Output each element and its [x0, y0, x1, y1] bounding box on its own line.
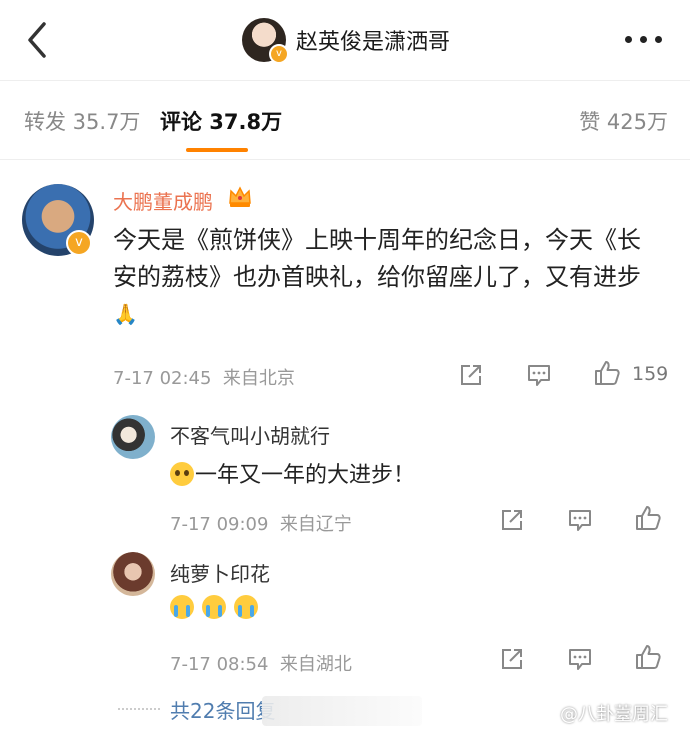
divider [0, 80, 690, 81]
more-horizontal-icon [655, 36, 662, 43]
crying-face-emoji [234, 595, 258, 619]
active-tab-indicator [186, 148, 248, 152]
comment-author[interactable]: 大鹏董成鹏 [113, 186, 213, 215]
comment-time: 7-17 02:45 [113, 368, 212, 389]
reply-time: 7-17 08:54 [170, 654, 269, 675]
crying-face-emoji [170, 595, 194, 619]
blurred-overlay [262, 696, 422, 726]
share-icon [502, 510, 522, 530]
comment-body: 今天是《煎饼侠》上映十周年的纪念日，今天《长安的荔枝》也办首映礼，给你留座儿了，… [113, 226, 641, 291]
like-button[interactable] [593, 359, 621, 387]
watermark: @八卦薹周汇 [560, 704, 668, 725]
more-horizontal-icon [640, 36, 647, 43]
comment-icon [569, 510, 591, 531]
weibo-comment-page: v 赵英俊是潇洒哥 转发 35.7万 评论 37.8万 赞 425万 v 大鹏董… [0, 0, 690, 732]
divider [0, 159, 690, 160]
reply-author[interactable]: 纯萝卜印花 [170, 558, 270, 587]
comment-icon [528, 365, 550, 386]
like-icon [595, 361, 620, 385]
page-title: 赵英俊是潇洒哥 [296, 30, 451, 55]
more-horizontal-icon [625, 36, 632, 43]
crown-icon [228, 186, 252, 213]
avatar[interactable]: v [242, 18, 289, 64]
more-replies-link[interactable]: 共22条回复 [170, 695, 275, 724]
comment-text: 今天是《煎饼侠》上映十周年的纪念日，今天《长安的荔枝》也办首映礼，给你留座儿了，… [113, 222, 663, 333]
comment-button[interactable] [566, 506, 594, 534]
tab-repost[interactable]: 转发 35.7万 [24, 106, 140, 136]
profile-title[interactable]: v 赵英俊是潇洒哥 [242, 18, 451, 64]
like-count: 159 [632, 363, 669, 385]
verified-badge-icon: v [269, 44, 289, 64]
chevron-left-icon [28, 22, 46, 58]
share-button[interactable] [498, 506, 526, 534]
avatar[interactable] [111, 415, 155, 459]
comment-location: 来自北京 [222, 368, 295, 389]
share-button[interactable] [498, 645, 526, 673]
share-button[interactable] [457, 361, 485, 389]
comment-button[interactable] [566, 645, 594, 673]
reply-text [170, 595, 259, 621]
tab-like[interactable]: 赞 425万 [579, 106, 668, 136]
reply-location: 来自湖北 [279, 654, 352, 675]
share-icon [502, 649, 522, 669]
more-button[interactable] [625, 36, 662, 43]
back-button[interactable] [20, 18, 56, 62]
reply-location: 来自辽宁 [279, 514, 352, 535]
top-bar: v 赵英俊是潇洒哥 [0, 0, 690, 80]
crying-face-emoji [202, 595, 226, 619]
reply-time: 7-17 09:09 [170, 514, 269, 535]
like-button[interactable] [634, 504, 662, 532]
folded-hands-emoji: 🙏 [113, 302, 138, 326]
reply-author[interactable]: 不客气叫小胡就行 [170, 420, 330, 449]
comment-meta: 7-17 02:45 来自北京 [113, 364, 295, 390]
like-button[interactable] [634, 643, 662, 671]
like-icon [636, 645, 661, 669]
comment-icon [569, 649, 591, 670]
tab-comment[interactable]: 评论 37.8万 [160, 106, 282, 136]
reply-text: 一年又一年的大进步！ [170, 457, 415, 489]
share-icon [461, 365, 481, 385]
reply-body: 一年又一年的大进步！ [195, 463, 416, 488]
pleading-face-emoji [170, 462, 194, 486]
divider [118, 708, 160, 710]
comment-button[interactable] [525, 361, 553, 389]
avatar[interactable] [111, 552, 155, 596]
like-icon [636, 506, 661, 530]
reply-meta: 7-17 08:54 来自湖北 [170, 650, 352, 676]
verified-badge-icon: v [66, 230, 92, 256]
reply-meta: 7-17 09:09 来自辽宁 [170, 510, 352, 536]
